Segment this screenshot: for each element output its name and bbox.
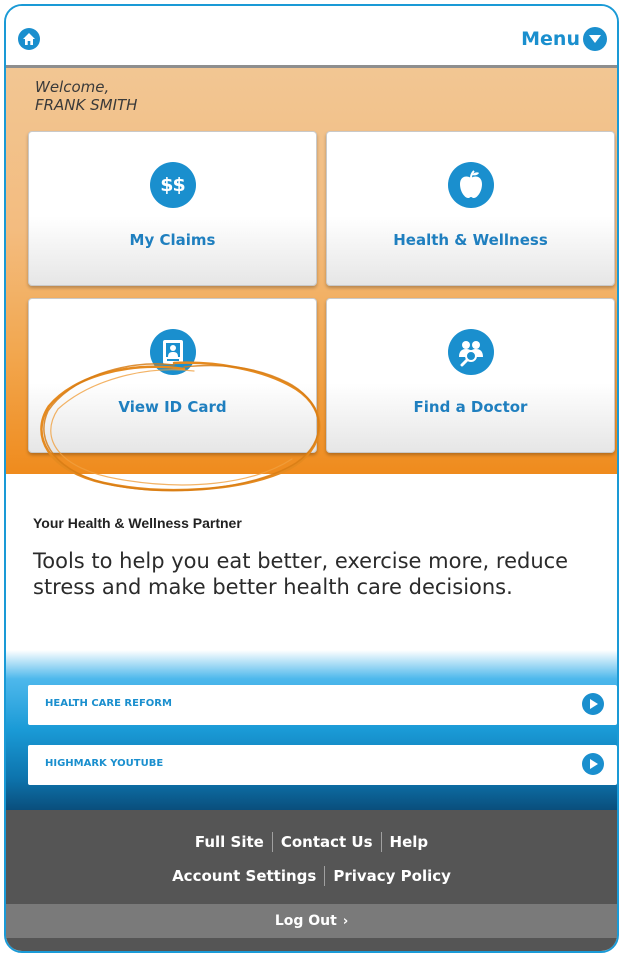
partner-description: Tools to help you eat better, exercise m… [33, 549, 569, 599]
highmark-youtube-link[interactable]: HIGHMARK YOUTUBE [28, 745, 617, 785]
help-link[interactable]: Help [390, 833, 429, 851]
account-settings-link[interactable]: Account Settings [172, 867, 316, 885]
welcome-username: FRANK SMITH [35, 96, 138, 114]
log-out-label: Log Out [274, 913, 337, 929]
welcome-message: Welcome, FRANK SMITH [35, 78, 137, 114]
home-icon[interactable] [18, 28, 40, 50]
footer-links-row-2: Account Settings Privacy Policy [6, 866, 617, 886]
find-a-doctor-tile[interactable]: Find a Doctor [326, 298, 615, 453]
doctor-search-icon [447, 329, 494, 375]
my-claims-label: My Claims [129, 231, 216, 249]
menu-label: Menu [521, 28, 580, 50]
my-claims-tile[interactable]: $$ My Claims [28, 131, 317, 286]
health-wellness-label: Health & Wellness [393, 231, 548, 249]
full-site-link[interactable]: Full Site [195, 833, 264, 851]
dollar-icon-text: $$ [160, 174, 185, 196]
apple-icon [447, 162, 494, 208]
footer-divider [271, 832, 273, 852]
links-band: HEALTH CARE REFORM HIGHMARK YOUTUBE [6, 650, 617, 810]
chevron-down-icon [583, 27, 607, 51]
footer-links-row-1: Full Site Contact Us Help [6, 832, 617, 852]
footer: Full Site Contact Us Help Account Settin… [6, 810, 617, 951]
log-out-button[interactable]: Log Out › [6, 904, 617, 938]
partner-heading: Your Health & Wellness Partner [33, 515, 242, 531]
find-a-doctor-label: Find a Doctor [413, 398, 528, 416]
health-care-reform-label: HEALTH CARE REFORM [45, 698, 172, 709]
chevron-right-icon: › [342, 913, 349, 929]
contact-us-link[interactable]: Contact Us [281, 833, 373, 851]
phone-frame: Menu Welcome, FRANK SMITH $$ My Claims H… [4, 4, 619, 953]
hero-panel: Welcome, FRANK SMITH $$ My Claims Health… [6, 68, 617, 492]
dollar-icon: $$ [149, 162, 196, 208]
footer-divider [324, 866, 326, 886]
arrow-right-icon [582, 753, 604, 775]
hand-drawn-circle-highlight [40, 361, 321, 492]
welcome-greeting: Welcome, [35, 78, 110, 96]
top-bar: Menu [6, 6, 617, 68]
privacy-policy-link[interactable]: Privacy Policy [333, 867, 451, 885]
arrow-right-icon [582, 693, 604, 715]
menu-button[interactable]: Menu [521, 25, 607, 53]
highmark-youtube-label: HIGHMARK YOUTUBE [45, 758, 164, 769]
footer-divider [380, 832, 382, 852]
health-wellness-tile[interactable]: Health & Wellness [326, 131, 615, 286]
health-care-reform-link[interactable]: HEALTH CARE REFORM [28, 685, 617, 725]
